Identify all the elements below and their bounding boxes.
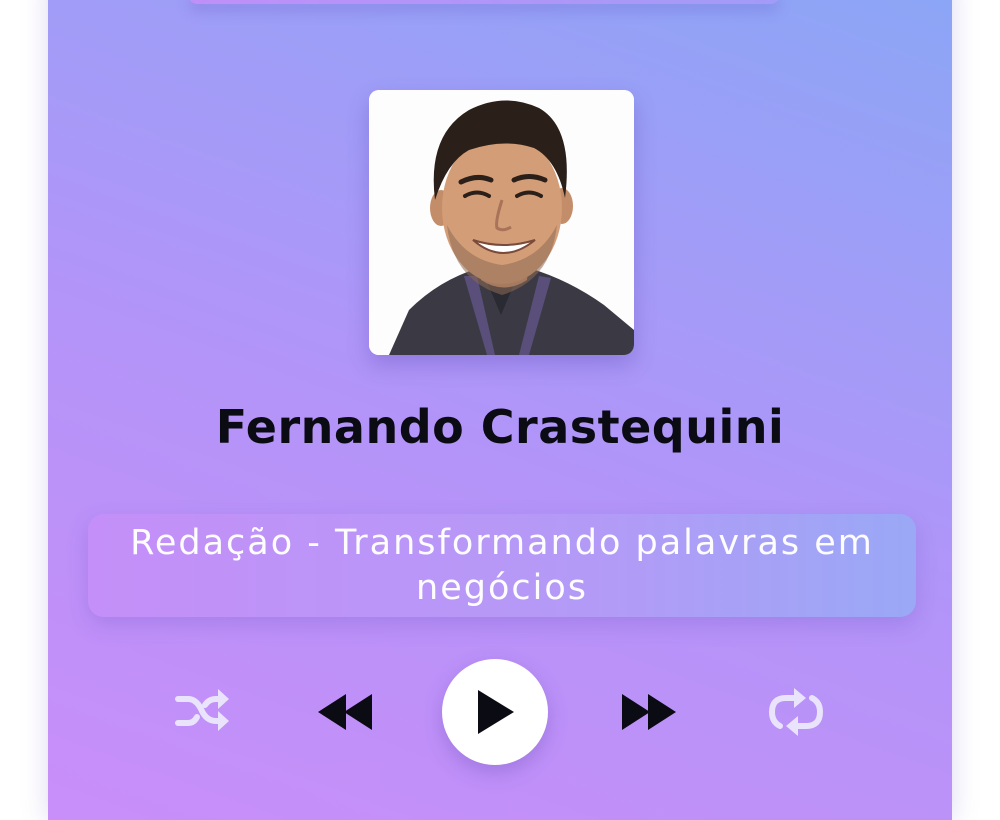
- play-button[interactable]: [442, 659, 548, 765]
- fast-forward-icon: [622, 694, 676, 730]
- next-button[interactable]: [616, 690, 680, 734]
- cover-image: [369, 90, 634, 355]
- shuffle-button[interactable]: [172, 685, 230, 737]
- shuffle-icon: [175, 689, 229, 731]
- artist-portrait: [369, 90, 634, 355]
- episode-title-box: Redação - Transformando palavras em negó…: [88, 514, 916, 617]
- repeat-icon: [769, 688, 823, 736]
- previous-button[interactable]: [314, 690, 378, 734]
- repeat-button[interactable]: [764, 686, 828, 738]
- artist-name: Fernando Crastequini: [215, 400, 785, 454]
- rewind-icon: [318, 694, 372, 730]
- episode-title: Redação - Transformando palavras em negó…: [130, 522, 874, 608]
- play-icon: [478, 690, 514, 734]
- top-panel-edge: [188, 0, 780, 4]
